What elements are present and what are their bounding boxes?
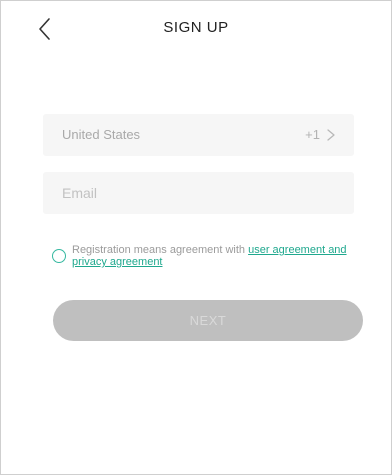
agreement-prefix: Registration means agreement with xyxy=(72,244,249,256)
country-selector[interactable]: United States +1 xyxy=(43,114,354,156)
header: SIGN UP xyxy=(1,1,391,57)
country-code: +1 xyxy=(305,127,320,142)
next-button[interactable]: NEXT xyxy=(53,300,363,341)
chevron-right-icon xyxy=(327,129,335,141)
page-title: SIGN UP xyxy=(163,19,229,36)
country-name: United States xyxy=(62,127,141,142)
agreement-text: Registration means agreement with user a… xyxy=(72,244,372,268)
agreement-radio[interactable] xyxy=(52,249,66,263)
email-field[interactable] xyxy=(43,172,354,214)
sign-up-screen: SIGN UP United States +1 Registration me… xyxy=(0,0,392,475)
